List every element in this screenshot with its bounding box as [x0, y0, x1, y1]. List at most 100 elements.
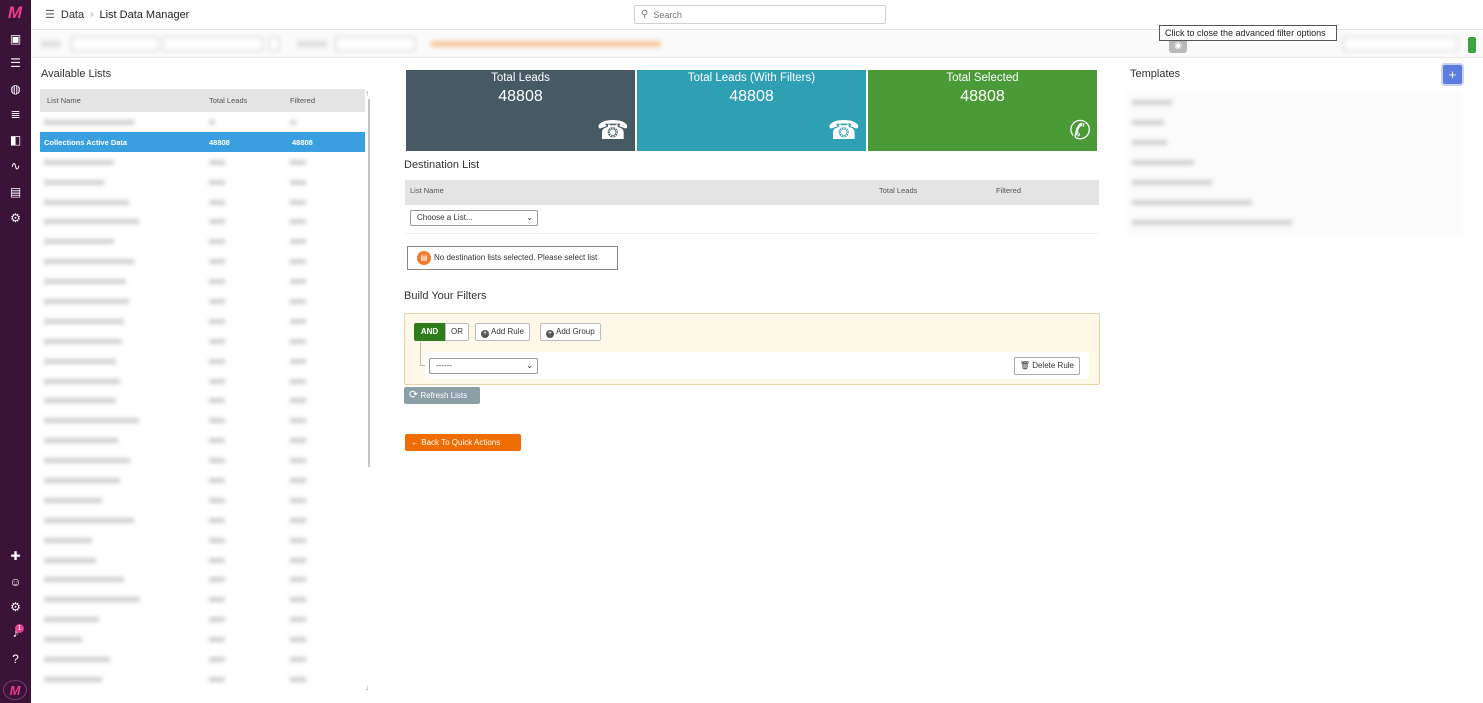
- scrollbar[interactable]: [368, 99, 370, 467]
- col-total-leads[interactable]: Total Leads: [209, 96, 247, 105]
- list-item[interactable]: [40, 172, 365, 192]
- add-rule-label: Add Rule: [491, 327, 524, 336]
- list-item[interactable]: [40, 550, 365, 570]
- list-item[interactable]: [40, 430, 365, 450]
- list-item[interactable]: [40, 311, 365, 331]
- selected-list-name: Collections Active Data: [44, 137, 128, 147]
- tooltip: Click to close the advanced filter optio…: [1159, 25, 1337, 41]
- arrow-left-icon: ←: [411, 438, 419, 447]
- available-lists-title: Available Lists: [41, 68, 112, 80]
- scroll-up-icon[interactable]: ↑: [365, 89, 369, 98]
- list-item[interactable]: [40, 410, 365, 430]
- list-item[interactable]: [40, 192, 365, 212]
- destination-list-select[interactable]: Choose a List... ⌄: [410, 210, 538, 226]
- list-item[interactable]: [1132, 220, 1292, 225]
- filter-builder: AND OR + Add Rule + Add Group ------ ⌄ 🗑 D…: [404, 313, 1100, 385]
- list-item[interactable]: [40, 112, 365, 132]
- list-item[interactable]: [40, 530, 365, 550]
- list-item[interactable]: [40, 211, 365, 231]
- list-item[interactable]: [40, 450, 365, 470]
- document-icon[interactable]: ▤: [6, 184, 25, 200]
- dashboard-icon[interactable]: ▣: [6, 31, 25, 47]
- notification-badge: 1: [15, 624, 24, 633]
- or-button[interactable]: OR: [445, 323, 469, 341]
- list-item[interactable]: [40, 351, 365, 371]
- stat-card-total-leads: Total Leads 48808 ☎: [406, 70, 635, 151]
- list-item[interactable]: [40, 470, 365, 490]
- delete-rule-button[interactable]: 🗑 Delete Rule: [1013, 357, 1080, 375]
- help-icon[interactable]: ?: [6, 651, 25, 667]
- bottom-logo[interactable]: M: [3, 680, 27, 700]
- user-headset-icon[interactable]: ☺: [6, 574, 25, 590]
- col-list-name[interactable]: List Name: [47, 96, 81, 105]
- list-item[interactable]: [40, 609, 365, 629]
- scroll-down-icon[interactable]: ↓: [365, 683, 369, 692]
- list-item[interactable]: [1132, 160, 1194, 165]
- add-group-label: Add Group: [556, 327, 595, 336]
- destination-table-body: Choose a List... ⌄: [405, 205, 1099, 234]
- search-input[interactable]: [653, 9, 874, 20]
- search-box[interactable]: ⚲: [634, 5, 886, 24]
- refresh-lists-button[interactable]: ⟳ Refresh Lists: [404, 387, 480, 404]
- templates-title: Templates: [1130, 68, 1181, 80]
- globe-icon[interactable]: ◍: [6, 81, 25, 97]
- add-rule-button[interactable]: + Add Rule: [475, 323, 530, 341]
- stat-card-total-leads-filtered: Total Leads (With Filters) 48808 ☎: [637, 70, 866, 151]
- list-item[interactable]: [40, 589, 365, 609]
- list-item[interactable]: [40, 569, 365, 589]
- breadcrumb-data[interactable]: Data: [61, 9, 84, 21]
- back-to-quick-actions-button[interactable]: ← Back To Quick Actions: [405, 434, 521, 451]
- list-item[interactable]: [40, 371, 365, 391]
- folder-data-icon[interactable]: ◧: [6, 132, 25, 148]
- list-item[interactable]: [1132, 140, 1167, 145]
- refresh-icon: ⟳: [409, 389, 419, 401]
- rule-field-select[interactable]: ------ ⌄: [429, 358, 538, 374]
- list-item[interactable]: [40, 649, 365, 669]
- list-item[interactable]: [40, 291, 365, 311]
- database-icon: ☰: [45, 9, 55, 21]
- list-item[interactable]: [40, 251, 365, 271]
- phone-ringing-icon: ✆: [1069, 115, 1091, 145]
- list-item[interactable]: [40, 152, 365, 172]
- app-logo[interactable]: M: [4, 3, 26, 23]
- list-item[interactable]: [1132, 200, 1252, 205]
- side-tab-green[interactable]: [1468, 37, 1476, 53]
- col-filtered[interactable]: Filtered: [290, 96, 315, 105]
- plus-circle-icon: +: [481, 330, 489, 338]
- list-item[interactable]: [1132, 180, 1212, 185]
- settings-icon[interactable]: ⚙: [6, 599, 25, 615]
- list-item[interactable]: [40, 271, 365, 291]
- list-item[interactable]: [40, 490, 365, 510]
- list-item[interactable]: [1132, 100, 1172, 105]
- list-item[interactable]: [40, 629, 365, 649]
- page-title: List Data Manager: [99, 8, 190, 21]
- selected-list-filtered: 48808: [292, 137, 313, 147]
- chevron-down-icon: ⌄: [526, 361, 533, 370]
- breadcrumb-separator: ›: [90, 9, 94, 20]
- cogs-icon[interactable]: ⚙: [6, 210, 25, 226]
- stat-title: Total Selected: [946, 72, 1019, 84]
- and-button[interactable]: AND: [414, 323, 445, 341]
- add-template-button[interactable]: +: [1443, 65, 1462, 84]
- list-item[interactable]: [40, 669, 365, 689]
- blurred-list-rows: [40, 152, 365, 689]
- list-item[interactable]: [40, 331, 365, 351]
- list-item-selected[interactable]: Collections Active Data 48808 48808: [40, 131, 365, 152]
- add-group-button[interactable]: + Add Group: [540, 323, 601, 341]
- list-item[interactable]: [40, 231, 365, 251]
- trash-icon: 🗑: [1019, 361, 1030, 370]
- list-item[interactable]: [1132, 120, 1164, 125]
- selected-list-total: 48808: [209, 137, 230, 147]
- waveform-icon[interactable]: ∿: [6, 158, 25, 174]
- list-item[interactable]: [40, 510, 365, 530]
- destination-table-header: List Name Total Leads Filtered: [405, 180, 1099, 205]
- filter-rule-row: ------ ⌄ 🗑 Delete Rule: [425, 352, 1089, 379]
- sliders-icon[interactable]: ☰: [6, 55, 25, 71]
- puzzle-icon[interactable]: ✚: [6, 548, 25, 564]
- chevron-down-icon: ⌄: [526, 213, 533, 222]
- search-icon: ⚲: [641, 9, 649, 20]
- database-icon[interactable]: ≣: [6, 106, 25, 122]
- left-nav: M ▣ ☰ ◍ ≣ ◧ ∿ ▤ ⚙ ✚ ☺ ⚙ ♪ 1 ? M: [0, 0, 31, 703]
- stat-card-total-selected: Total Selected 48808 ✆: [868, 70, 1097, 151]
- list-item[interactable]: [40, 390, 365, 410]
